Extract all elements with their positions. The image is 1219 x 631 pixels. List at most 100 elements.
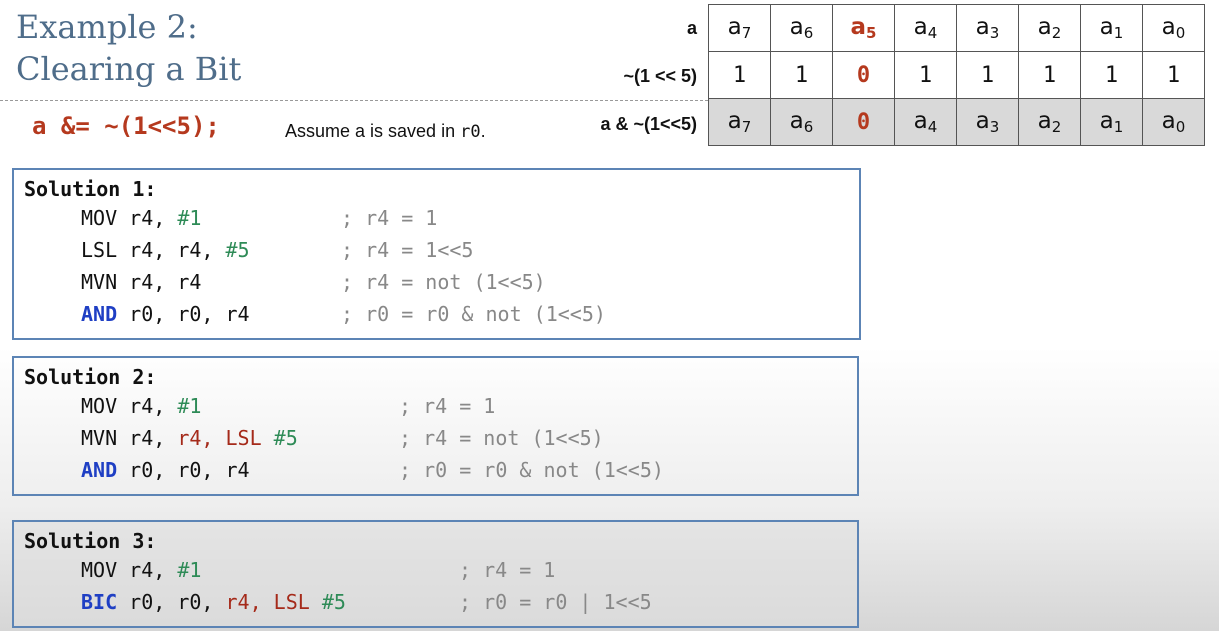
opcode: MVN	[81, 426, 118, 450]
code-comment: ; r4 = 1	[341, 206, 438, 230]
bit-index: 4	[927, 118, 938, 136]
operand: r4,	[129, 558, 178, 582]
bit-cell: a7	[708, 98, 771, 146]
mask-bit-cell: 1	[1080, 51, 1143, 99]
bit-index: 5	[866, 24, 877, 42]
operand: #1	[177, 394, 202, 418]
cleared-bit-cell: 0	[832, 98, 895, 146]
code-line: AND r0, r0, r4 ; r0 = r0 & not (1<<5)	[24, 298, 859, 330]
assumption-period: .	[480, 121, 486, 141]
code-line: MVN r4, r4 ; r4 = not (1<<5)	[24, 266, 859, 298]
bit-index: 0	[1175, 24, 1186, 42]
solution-3-box: Solution 3: MOV r4, #1 ; r4 = 1 BIC r0, r0…	[12, 520, 859, 628]
bit-symbol: a	[789, 108, 804, 134]
operand: #5	[273, 426, 298, 450]
bit-symbol: a	[1161, 108, 1176, 134]
code-comment: ; r4 = 1	[399, 394, 496, 418]
operand: #1	[177, 558, 202, 582]
mask-bit-cell: 1	[770, 51, 833, 99]
mask-bit-cell: 1	[1142, 51, 1205, 99]
instruction: AND r0, r0, r4	[81, 298, 250, 330]
bit-symbol: a	[913, 14, 928, 40]
opcode: MVN	[81, 270, 118, 294]
mask-bit-cell: 0	[832, 51, 895, 99]
bit-symbol: a	[913, 108, 928, 134]
bit-cell: a0	[1142, 98, 1205, 146]
opcode: MOV	[81, 394, 118, 418]
bit-symbol: a	[789, 14, 804, 40]
operand: r4, LSL	[177, 426, 274, 450]
title-divider	[0, 100, 708, 101]
bit-symbol: a	[1099, 108, 1114, 134]
code-comment: ; r4 = 1	[459, 558, 556, 582]
opcode: AND	[81, 302, 118, 326]
operand: r4, LSL	[225, 590, 322, 614]
bit-cell: a1	[1080, 4, 1143, 52]
title-line-2: Clearing a Bit	[16, 50, 242, 88]
bit-index: 1	[1113, 118, 1124, 136]
code-line: MOV r4, #1 ; r4 = 1	[24, 390, 857, 422]
solution-2-box: Solution 2: MOV r4, #1 ; r4 = 1 MVN r4, r4…	[12, 356, 859, 496]
code-comment: ; r0 = r0 & not (1<<5)	[341, 302, 606, 326]
bit-index: 3	[989, 24, 1000, 42]
bit-cell: a3	[956, 98, 1019, 146]
operand: #5	[321, 590, 346, 614]
bit-cell: a7	[708, 4, 771, 52]
assumption-register: r0	[460, 122, 481, 142]
bit-symbol: a	[1161, 14, 1176, 40]
operand: r0, r0, r4	[129, 302, 250, 326]
solution-title: Solution 3:	[24, 529, 157, 553]
slide-title: Example 2: Clearing a Bit	[16, 6, 241, 90]
opcode: LSL	[81, 238, 118, 262]
code-lines: MOV r4, #1 ; r4 = 1 BIC r0, r0, r4, LSL #5…	[24, 554, 857, 618]
bit-symbol: a	[1037, 108, 1052, 134]
title-line-1: Example 2:	[16, 8, 198, 46]
code-comment: ; r0 = r0 & not (1<<5)	[399, 458, 664, 482]
row-label-a: a	[686, 18, 697, 38]
operand: r4,	[129, 394, 178, 418]
bit-symbol: a	[850, 14, 867, 40]
code-line: MOV r4, #1 ; r4 = 1	[24, 202, 859, 234]
bit-cell: a4	[894, 4, 957, 52]
bit-cell: a1	[1080, 98, 1143, 146]
code-line: MVN r4, r4, LSL #5 ; r4 = not (1<<5)	[24, 422, 857, 454]
code-line: BIC r0, r0, r4, LSL #5 ; r0 = r0 | 1<<5	[24, 586, 857, 618]
code-line: LSL r4, r4, #5 ; r4 = 1<<5	[24, 234, 859, 266]
opcode: MOV	[81, 206, 118, 230]
operand: #1	[177, 206, 202, 230]
solution-title: Solution 2:	[24, 365, 157, 389]
bit-table: a7 a6 a5 a4 a3 a2 a1 a0 11011111 a7 a6 0 a4 a3 a2 a1 a…	[708, 4, 1205, 146]
operand: r4, r4,	[129, 238, 226, 262]
instruction: MOV r4, #1	[81, 390, 201, 422]
bit-cell: a3	[956, 4, 1019, 52]
bit-row-a: a7 a6 a5 a4 a3 a2 a1 a0	[708, 4, 1205, 52]
bit-symbol: a	[727, 14, 742, 40]
code-comment: ; r0 = r0 | 1<<5	[459, 590, 652, 614]
instruction: MOV r4, #1	[81, 554, 201, 586]
opcode: MOV	[81, 558, 118, 582]
bit-index: 3	[989, 118, 1000, 136]
instruction: MOV r4, #1	[81, 202, 201, 234]
bit-symbol: a	[727, 108, 742, 134]
bit-symbol: a	[1099, 14, 1114, 40]
mask-bit-cell: 1	[894, 51, 957, 99]
bit-row-mask: 11011111	[708, 51, 1205, 99]
bit-symbol: a	[1037, 14, 1052, 40]
instruction: LSL r4, r4, #5	[81, 234, 250, 266]
row-label-result: a & ~(1<<5)	[600, 114, 697, 134]
bit-row-result: a7 a6 0 a4 a3 a2 a1 a0	[708, 98, 1205, 146]
bit-index: 4	[927, 24, 938, 42]
code-line: AND r0, r0, r4 ; r0 = r0 & not (1<<5)	[24, 454, 857, 486]
operand: r0, r0, r4	[129, 458, 250, 482]
bit-index: 2	[1051, 118, 1062, 136]
bit-cell: a2	[1018, 4, 1081, 52]
bit-symbol: a	[975, 14, 990, 40]
operand: #5	[225, 238, 250, 262]
opcode: AND	[81, 458, 118, 482]
bit-cell: a2	[1018, 98, 1081, 146]
bit-index: 2	[1051, 24, 1062, 42]
mask-bit-cell: 1	[708, 51, 771, 99]
bit-cell: a5	[832, 4, 895, 52]
operand: r4,	[129, 426, 178, 450]
instruction: AND r0, r0, r4	[81, 454, 250, 486]
